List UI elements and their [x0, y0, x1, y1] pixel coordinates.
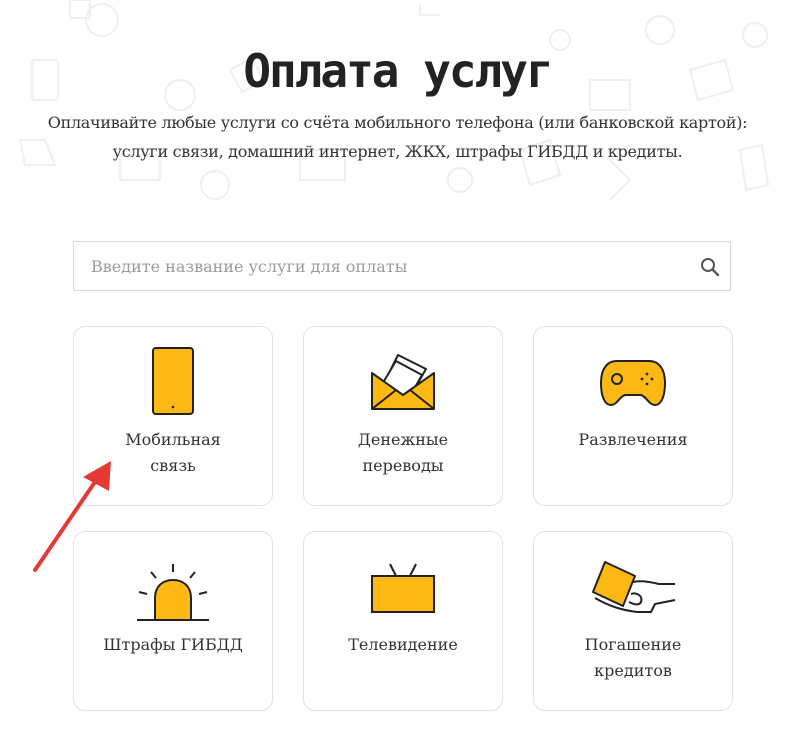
category-label-television: Телевидение [348, 635, 458, 654]
search-icon[interactable] [700, 257, 720, 277]
category-card-television[interactable]: Телевидение [303, 531, 503, 711]
description-line-1: Оплачивайте любые услуги со счёта мобиль… [47, 113, 748, 132]
category-label-traffic-fines: Штрафы ГИБДД [103, 635, 243, 654]
category-card-money-transfers[interactable]: Денежные переводы [303, 326, 503, 506]
category-card-loan-repayment[interactable]: Погашение кредитов [533, 531, 733, 711]
card-in-hand-icon [592, 561, 676, 613]
envelope-icon [371, 354, 435, 410]
search-box [73, 241, 731, 291]
page-title: Оплата услуг [243, 43, 553, 98]
gamepad-icon [600, 360, 666, 406]
description-line-2: услуги связи, домашний интернет, ЖКХ, шт… [112, 142, 683, 161]
category-label-entertainment: Развлечения [578, 430, 688, 449]
category-card-entertainment[interactable]: Развлечения [533, 326, 733, 506]
tv-icon [371, 563, 435, 613]
mobile-phone-icon [152, 347, 194, 415]
siren-icon [137, 564, 209, 621]
category-label-loan-repayment: Погашение кредитов [584, 635, 682, 680]
service-search-input[interactable] [74, 242, 694, 290]
category-label-money-transfers: Денежные переводы [357, 430, 449, 475]
page-description: Оплачивайте любые услуги со счёта мобиль… [10, 108, 785, 166]
annotation-arrow-icon [33, 461, 111, 572]
